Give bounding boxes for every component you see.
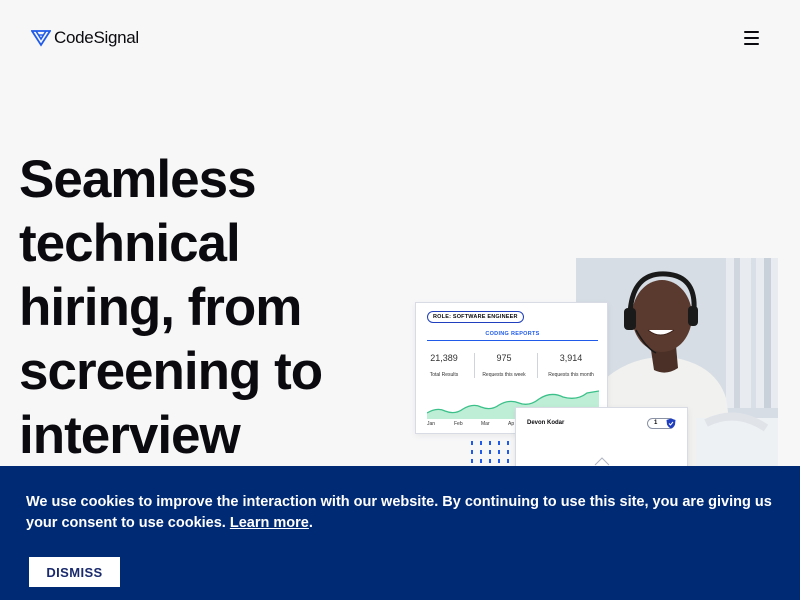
stat-divider	[474, 353, 475, 378]
hero-title: Seamless technical hiring, from screenin…	[19, 150, 323, 465]
month-label: Jan	[427, 421, 436, 427]
site-header: CodeSignal	[0, 0, 800, 76]
codesignal-logo[interactable]: CodeSignal	[31, 28, 139, 48]
stat-requests-month: 3,914 Requests this month	[548, 353, 594, 378]
stat-requests-week: 975 Requests this week	[482, 353, 526, 378]
brand-name: CodeSignal	[54, 28, 139, 47]
candidate-score: 1	[654, 420, 658, 426]
reports-underline	[427, 340, 598, 341]
learn-more-link[interactable]: Learn more	[230, 515, 309, 531]
chevron-up-icon	[594, 457, 610, 466]
candidate-name: Devon Kodar	[527, 420, 565, 426]
month-label: Mar	[481, 421, 490, 427]
role-badge: ROLE: SOFTWARE ENGINEER	[427, 311, 524, 323]
reports-heading: CODING REPORTS	[485, 331, 540, 337]
dismiss-button[interactable]: DISMISS	[29, 557, 120, 587]
shield-icon	[666, 418, 676, 429]
decorative-dots	[471, 441, 509, 463]
cookie-banner: We use cookies to improve the interactio…	[0, 466, 800, 600]
codesignal-logo-icon	[31, 30, 51, 47]
cookie-message: We use cookies to improve the interactio…	[26, 494, 772, 531]
stat-divider	[537, 353, 538, 378]
month-label: Ap	[508, 421, 515, 427]
stat-total-results: 21,389 Total Results	[429, 353, 459, 378]
hamburger-menu-icon[interactable]	[744, 31, 759, 45]
month-label: Feb	[454, 421, 463, 427]
